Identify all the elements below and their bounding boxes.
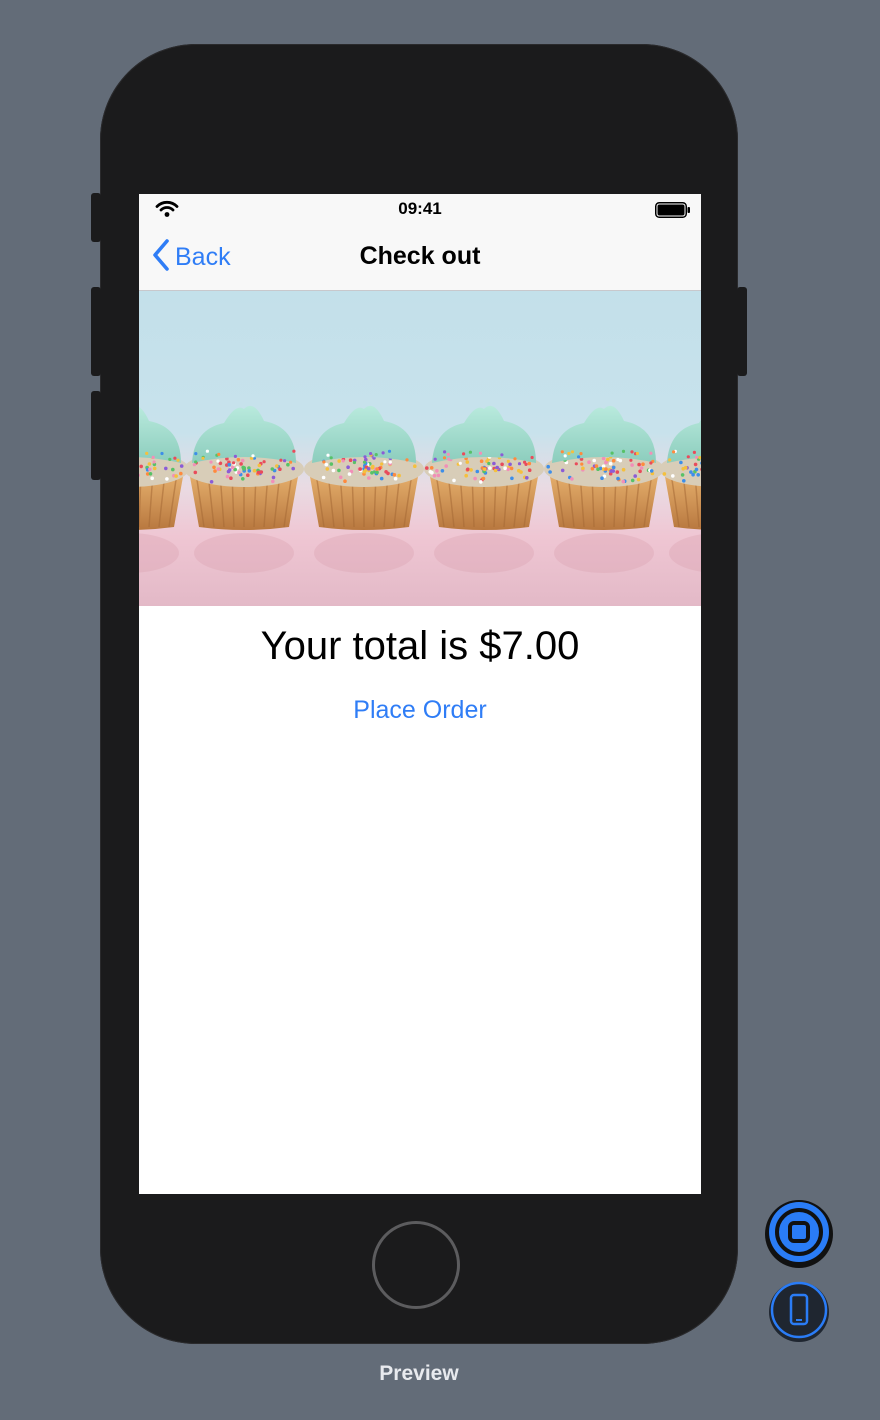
status-bar: 09:41	[139, 194, 701, 226]
mute-switch	[91, 193, 101, 242]
cupcakes-image	[139, 291, 701, 606]
volume-down-button	[91, 391, 101, 480]
device-settings-button[interactable]	[769, 1280, 829, 1345]
power-button	[737, 287, 747, 376]
total-label: Your total is $7.00	[260, 624, 580, 668]
volume-up-button	[91, 287, 101, 376]
device-icon	[769, 1280, 829, 1345]
place-order-button[interactable]: Place Order	[139, 696, 701, 725]
live-preview-button[interactable]	[765, 1200, 833, 1268]
home-button[interactable]	[372, 1221, 460, 1309]
preview-label: Preview	[379, 1362, 459, 1385]
page-title: Check out	[359, 242, 481, 270]
device-screen: 09:41 Back Check out Your total is $7.00…	[139, 194, 701, 1194]
navigation-bar: Back Check out	[139, 226, 701, 291]
battery-icon	[655, 202, 691, 223]
status-time: 09:41	[398, 199, 442, 218]
live-preview-icon	[765, 1198, 833, 1271]
